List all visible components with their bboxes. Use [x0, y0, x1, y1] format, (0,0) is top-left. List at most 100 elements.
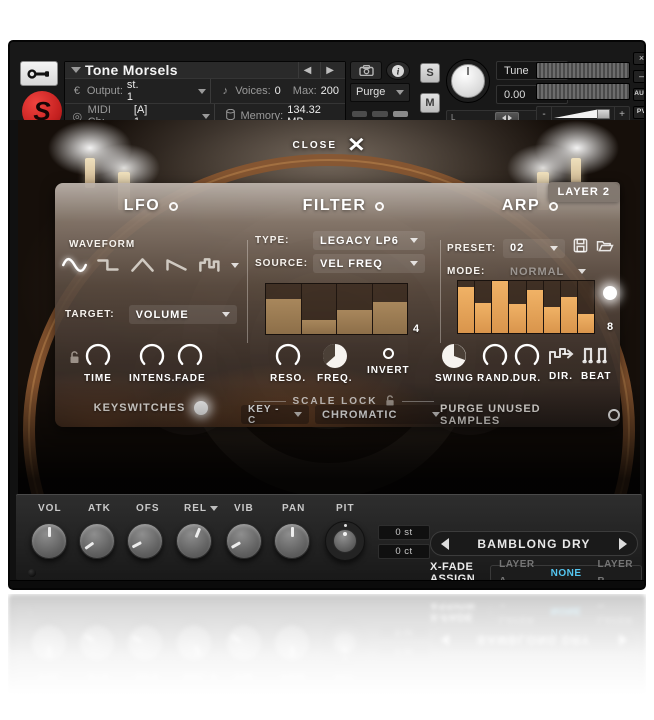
edit-instrument-button[interactable]	[20, 61, 58, 86]
arp-steps-toggle[interactable]	[603, 286, 617, 300]
purge-label: Purge	[356, 86, 385, 98]
plugin-window: S Tone Morsels ◀ ▶ € Output: st. 1 ♪ Voi…	[8, 40, 646, 590]
atk-label: ATK	[88, 503, 111, 514]
filter-frequency-knob[interactable]: FREQ.	[317, 341, 353, 384]
dropdown-caret	[294, 412, 302, 417]
arp-duration-knob[interactable]: DUR.	[512, 341, 542, 384]
offset-knob[interactable]	[127, 523, 163, 559]
arp-mode-dropdown[interactable]: NORMAL	[503, 262, 593, 281]
info-icon: i	[391, 64, 405, 78]
vibrato-knob[interactable]	[226, 523, 262, 559]
purge-unused-button[interactable]	[608, 409, 620, 421]
arp-direction-button[interactable]: DIR.	[547, 343, 575, 382]
arp-step-sequencer[interactable]	[457, 280, 595, 334]
pitch-semitones-box[interactable]: 0 st	[378, 525, 430, 540]
save-preset-icon[interactable]	[573, 238, 588, 258]
instrument-menu-caret[interactable]	[71, 67, 81, 73]
next-instrument-arrow[interactable]: ▶	[320, 62, 339, 78]
xfade-assign-none[interactable]: NONE	[543, 565, 590, 582]
max-voices-value[interactable]: 200	[321, 85, 339, 97]
filter-type-dropdown[interactable]: LEGACY LP6	[313, 231, 425, 250]
dropdown-caret	[550, 246, 558, 251]
vol-label: VOL	[38, 503, 62, 514]
pitch-knob[interactable]	[325, 521, 365, 561]
window-buttons: × – AUX PV	[633, 52, 646, 119]
header-side-controls: i Purge	[350, 61, 410, 123]
arp-preset-label: PRESET:	[447, 243, 495, 254]
pv-button[interactable]: PV	[633, 106, 646, 119]
attack-knob[interactable]	[79, 523, 115, 559]
key-dropdown[interactable]: KEY - C	[241, 405, 309, 424]
aux-button[interactable]: AUX	[633, 88, 646, 101]
keyswitches-toggle[interactable]	[194, 401, 208, 415]
lfo-fade-knob[interactable]: FADE	[175, 341, 206, 384]
meter-segment	[352, 111, 367, 117]
solo-button[interactable]: S	[420, 63, 440, 83]
filter-power-toggle[interactable]	[375, 202, 384, 211]
dropdown-caret	[410, 238, 418, 243]
output-value[interactable]: st. 1	[127, 79, 146, 103]
filter-resonance-knob[interactable]: RESO.	[270, 341, 306, 384]
lfo-time-knob[interactable]: TIME	[83, 341, 113, 384]
volume-wedge-icon	[554, 109, 600, 118]
purge-menu[interactable]: Purge	[350, 83, 410, 102]
output-icon: €	[71, 85, 83, 97]
vib-label: VIB	[234, 503, 254, 514]
mute-button[interactable]: M	[420, 93, 440, 113]
lfo-target-dropdown[interactable]: VOLUME	[129, 305, 237, 324]
filter-steps-count[interactable]: 4	[413, 323, 419, 335]
scale-dropdown[interactable]: CHROMATIC	[315, 405, 447, 424]
volume-handle[interactable]	[597, 109, 610, 119]
volume-knob[interactable]	[31, 523, 67, 559]
pit-label: PIT	[336, 503, 355, 514]
release-knob[interactable]	[176, 523, 212, 559]
prev-articulation-arrow[interactable]	[441, 538, 449, 550]
midi-dropdown-caret[interactable]	[202, 114, 210, 119]
close-overlay-button[interactable]: CLOSE ✕	[18, 134, 640, 156]
arp-beat-button[interactable]: BEAT	[581, 343, 611, 382]
output-dropdown-caret[interactable]	[198, 89, 206, 94]
arp-power-toggle[interactable]	[549, 202, 558, 211]
snapshot-camera-button[interactable]	[350, 61, 382, 80]
next-articulation-arrow[interactable]	[619, 538, 627, 550]
arp-random-knob[interactable]: RAND.	[477, 341, 514, 384]
saw-wave-icon[interactable]	[163, 255, 190, 275]
waveform-dropdown-caret[interactable]	[231, 263, 239, 268]
meter-segment	[393, 111, 408, 117]
tune-knob[interactable]	[451, 64, 485, 98]
waveform-label: WAVEFORM	[69, 239, 135, 250]
info-button[interactable]: i	[386, 61, 410, 80]
window-minimize-button[interactable]: –	[633, 70, 646, 83]
arp-swing-knob[interactable]: SWING	[435, 341, 474, 384]
dropdown-caret	[410, 261, 418, 266]
volume-track[interactable]	[551, 107, 615, 121]
articulation-selector[interactable]: BAMBLONG DRY	[430, 531, 638, 556]
max-voices-label: Max:	[293, 85, 317, 97]
filter-step-sequencer[interactable]	[265, 283, 408, 335]
lfo-power-toggle[interactable]	[169, 202, 178, 211]
volume-minus[interactable]: -	[537, 109, 551, 120]
pitch-cents-box[interactable]: 0 ct	[378, 544, 430, 559]
divider	[402, 401, 434, 402]
window-close-button[interactable]: ×	[633, 52, 646, 65]
voices-icon: ♪	[219, 85, 231, 97]
lfo-lock-icon[interactable]	[69, 351, 80, 369]
pan-knob[interactable]	[274, 523, 310, 559]
triangle-wave-icon[interactable]	[129, 255, 156, 275]
keyswitches-label: KEYSWITCHES	[94, 402, 186, 414]
prev-instrument-arrow[interactable]: ◀	[298, 62, 317, 78]
load-preset-folder-icon[interactable]	[596, 239, 614, 258]
filter-source-dropdown[interactable]: VEL FREQ	[313, 254, 425, 273]
square-wave-icon[interactable]	[95, 255, 122, 275]
arp-preset-dropdown[interactable]: 02	[503, 239, 565, 258]
arp-steps-count[interactable]: 8	[607, 321, 613, 333]
bottom-control-bar: VOL ATK OFS REL VIB PAN PIT 0 st 0 ct BA…	[16, 494, 642, 580]
filter-invert-toggle[interactable]: INVERT	[367, 348, 410, 376]
sine-wave-icon[interactable]	[61, 255, 88, 275]
rel-dropdown-caret[interactable]	[210, 506, 218, 511]
ofs-label: OFS	[136, 503, 160, 514]
random-wave-icon[interactable]	[197, 255, 224, 275]
tune-knob-ring	[446, 59, 490, 103]
lfo-intensity-knob[interactable]: INTENS.	[129, 341, 175, 384]
volume-plus[interactable]: +	[615, 109, 629, 120]
